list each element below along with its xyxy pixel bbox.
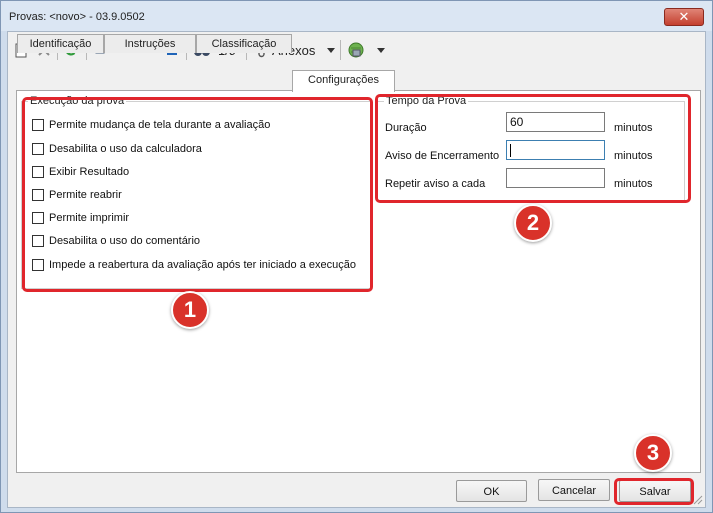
option-label: Desabilita o uso da calculadora <box>49 143 202 155</box>
duration-unit: minutos <box>614 122 653 134</box>
duration-label: Duração <box>385 122 427 134</box>
save-button[interactable]: Salvar <box>619 480 691 502</box>
tab-instrucoes[interactable]: Instruções <box>104 34 196 53</box>
tab-identificacao[interactable]: Identificação <box>17 34 104 53</box>
resize-grip-icon[interactable] <box>693 495 703 505</box>
checkbox[interactable] <box>32 119 44 131</box>
option-exibir-resultado[interactable]: Exibir Resultado <box>32 165 129 179</box>
option-label: Permite mudança de tela durante a avalia… <box>49 119 271 131</box>
window-title: Provas: <novo> - 03.9.0502 <box>9 11 145 23</box>
attachments-dropdown-icon[interactable] <box>326 40 336 60</box>
checkbox[interactable] <box>32 189 44 201</box>
option-desabilita-comentario[interactable]: Desabilita o uso do comentário <box>32 234 200 248</box>
checkbox[interactable] <box>32 143 44 155</box>
execution-group: Execução da prova Permite mudança de tel… <box>21 95 371 289</box>
ok-button[interactable]: OK <box>456 480 527 502</box>
repeat-warning-unit: minutos <box>614 178 653 190</box>
time-group-title: Tempo da Prova <box>384 95 469 107</box>
settings-panel: Execução da prova Permite mudança de tel… <box>16 90 701 473</box>
globe-dropdown-icon[interactable] <box>376 40 386 60</box>
globe-icon[interactable] <box>346 40 366 60</box>
end-warning-unit: minutos <box>614 150 653 162</box>
option-permite-mudanca-tela[interactable]: Permite mudança de tela durante a avalia… <box>32 118 270 132</box>
cancel-button[interactable]: Cancelar <box>538 479 610 501</box>
repeat-warning-label: Repetir aviso a cada <box>385 178 486 190</box>
execution-group-title: Execução da prova <box>28 95 127 107</box>
duration-input[interactable] <box>506 112 605 132</box>
dialog-window: Provas: <novo> - 03.9.0502 ✕ Anexos Iden… <box>0 0 713 513</box>
time-group: Tempo da Prova Duração minutos Aviso de … <box>377 95 685 201</box>
annotation-badge-3: 3 <box>634 434 672 472</box>
tab-classificacao[interactable]: Classificação <box>196 34 292 53</box>
option-label: Exibir Resultado <box>49 166 130 178</box>
title-bar[interactable]: Provas: <novo> - 03.9.0502 ✕ <box>1 1 712 31</box>
checkbox[interactable] <box>32 166 44 178</box>
option-permite-reabrir[interactable]: Permite reabrir <box>32 188 122 202</box>
option-label: Desabilita o uso do comentário <box>49 235 201 247</box>
end-warning-label: Aviso de Encerramento <box>385 150 500 162</box>
option-label: Impede a reabertura da avaliação após te… <box>49 259 356 271</box>
toolbar-separator <box>340 40 341 60</box>
dialog-client-area: 1/9 Anexos Identificação Instruções Clas… <box>7 31 706 508</box>
option-label: Permite reabrir <box>49 189 122 201</box>
button-bar: OK Cancelar Salvar <box>8 473 705 507</box>
annotation-badge-2: 2 <box>514 204 552 242</box>
option-label: Permite imprimir <box>49 212 130 224</box>
option-impede-reabertura[interactable]: Impede a reabertura da avaliação após te… <box>32 258 356 272</box>
checkbox[interactable] <box>32 259 44 271</box>
option-permite-imprimir[interactable]: Permite imprimir <box>32 211 129 225</box>
annotation-badge-1: 1 <box>171 291 209 329</box>
end-warning-input[interactable] <box>506 140 605 160</box>
checkbox[interactable] <box>32 235 44 247</box>
close-button[interactable]: ✕ <box>664 8 704 26</box>
checkbox[interactable] <box>32 212 44 224</box>
text-caret <box>510 144 511 157</box>
tab-configuracoes[interactable]: Configurações <box>292 70 395 92</box>
repeat-warning-input[interactable] <box>506 168 605 188</box>
option-desabilita-calculadora[interactable]: Desabilita o uso da calculadora <box>32 142 202 156</box>
